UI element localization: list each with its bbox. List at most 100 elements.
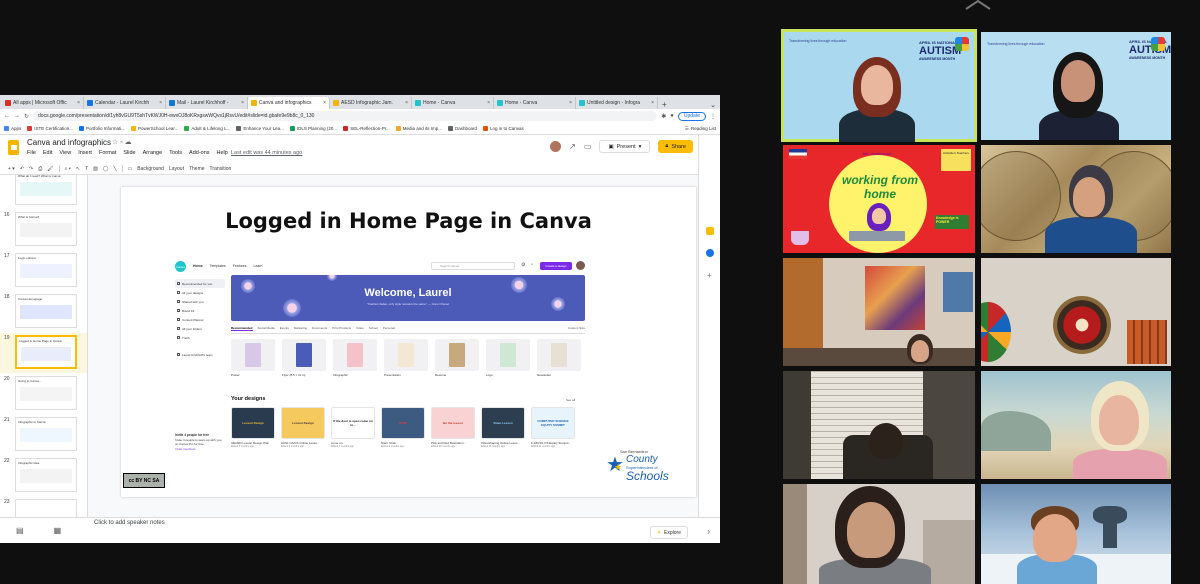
reading-list-link[interactable]: ☰ Reading List (685, 126, 716, 132)
tab-close-icon[interactable]: × (77, 100, 80, 106)
select-icon[interactable]: ↖ (76, 166, 80, 172)
keep-icon[interactable] (705, 227, 714, 235)
browser-tab[interactable]: AESD Infographic Jam. × (330, 97, 412, 109)
filmstrip-slide[interactable]: 20 Going to Canva... (0, 374, 87, 414)
tile-participant-10[interactable] (981, 484, 1171, 584)
tile-participant-9[interactable] (783, 484, 975, 584)
tab-close-icon[interactable]: × (405, 100, 408, 106)
filmstrip-slide[interactable]: 21 Infographic in Canva (0, 415, 87, 455)
bookmark-item[interactable]: Adult & Lifelong L... (184, 126, 230, 131)
shape-icon[interactable]: ◯ (103, 166, 109, 172)
bookmark-item[interactable]: SEL-Reflection-Pr... (343, 126, 390, 131)
update-button[interactable]: Update (677, 111, 706, 121)
side-panel-toggle-icon[interactable]: › (707, 527, 710, 536)
explore-button[interactable]: ✦ Explore (649, 526, 688, 539)
browser-tab[interactable]: Canva and infographics × (248, 97, 330, 109)
tile-participant-2[interactable]: Transforming lives through education APR… (981, 32, 1171, 140)
bookmark-item[interactable]: Log in to Canvas (483, 126, 524, 131)
slide-thumbnail[interactable] (15, 499, 77, 517)
url-field[interactable]: docs.google.com/presentation/d/1yh8vGU9T… (33, 111, 658, 121)
filmstrip-slide[interactable]: 18 Canva Homepage (0, 292, 87, 332)
activity-icon[interactable]: ↗ (569, 142, 576, 151)
present-button[interactable]: ▣ Present ▾ (599, 140, 651, 153)
forward-icon[interactable]: → (14, 113, 20, 119)
add-addon-icon[interactable]: + (707, 271, 712, 280)
tab-close-icon[interactable]: × (159, 100, 162, 106)
filmstrip-slide[interactable]: 22 Infographic idea (0, 456, 87, 496)
menu-help[interactable]: Help (217, 150, 228, 156)
toolbar-layout[interactable]: Layout (169, 166, 184, 172)
zoom-icon[interactable]: ⌕ ▾ (65, 166, 71, 172)
tab-close-icon[interactable]: × (323, 100, 326, 106)
tile-participant-6[interactable] (981, 258, 1171, 366)
bookmark-item[interactable]: Apps (4, 126, 21, 131)
menu-file[interactable]: File (27, 150, 36, 156)
extension-icon[interactable]: ✱ (661, 113, 666, 120)
slide-thumbnail[interactable]: What is Canva? (15, 212, 77, 246)
browser-tab[interactable]: Mail - Laurel Kirchhoff - × (166, 97, 248, 109)
canva-screenshot[interactable]: Canva Home Templates Features Learn Search … (171, 255, 586, 469)
browser-tab[interactable]: All apps | Microsoft Offic × (2, 97, 84, 109)
current-slide[interactable]: Logged in Home Page in Canva Canva Home T… (121, 187, 696, 497)
print-icon[interactable]: ⎙ (38, 166, 42, 172)
tab-close-icon[interactable]: × (241, 100, 244, 106)
slide-thumbnail[interactable]: Canva Homepage (15, 294, 77, 328)
bookmark-item[interactable]: Portfolio Informati... (79, 126, 125, 131)
tile-participant-5[interactable] (783, 258, 975, 366)
textbox-icon[interactable]: T (85, 166, 88, 172)
grid-view-icon[interactable]: ▦ (54, 526, 62, 535)
browser-tab[interactable]: Home - Canva × (494, 97, 576, 109)
slide-filmstrip[interactable]: 15 What do I need? What is Canva 16 What is… (0, 175, 88, 517)
toolbar-transition[interactable]: Transition (210, 166, 232, 172)
speaker-notes[interactable]: Click to add speaker notes ✦ Explore › (88, 517, 720, 543)
document-title[interactable]: Canva and infographics (27, 138, 111, 147)
back-icon[interactable]: ← (4, 113, 10, 119)
tab-close-icon[interactable]: × (569, 100, 572, 106)
bookmark-item[interactable]: Media and its Imp... (395, 126, 442, 131)
slide-title[interactable]: Logged in Home Page in Canva (121, 209, 696, 233)
last-edit-link[interactable]: Last edit was 44 minutes ago (231, 150, 302, 156)
new-slide-icon[interactable]: + ▾ (8, 166, 15, 172)
undo-icon[interactable]: ↶ (20, 166, 24, 172)
slide-thumbnail[interactable]: Login options (15, 253, 77, 287)
image-icon[interactable]: ▨ (93, 166, 98, 172)
tab-close-icon[interactable]: × (487, 100, 490, 106)
bookmark-item[interactable]: Enhance Your Lea... (236, 126, 284, 131)
menu-add-ons[interactable]: Add-ons (189, 150, 210, 156)
line-icon[interactable]: ╲ (114, 166, 117, 172)
slide-thumbnail[interactable]: Logged in Home Page in Canva (15, 335, 77, 369)
tab-search-icon[interactable]: ⌄ (710, 101, 720, 109)
comment-icon[interactable]: ▭ (128, 166, 133, 172)
bookmark-item[interactable]: ISTE Certification... (27, 126, 73, 131)
tile-participant-7[interactable] (783, 371, 975, 479)
bookmark-item[interactable]: PowerSchool Lear... (131, 126, 178, 131)
tile-participant-3[interactable]: Ms. Underwood Aristotle's Teachers worki… (783, 145, 975, 253)
bookmark-item[interactable]: Dashboard (447, 126, 477, 131)
comments-icon[interactable]: ▭ (584, 142, 592, 151)
browser-tab[interactable]: Untitled design - Infogra × (576, 97, 658, 109)
toolbar-theme[interactable]: Theme (189, 166, 205, 172)
slide-thumbnail[interactable]: Going to Canva... (15, 376, 77, 410)
tasks-icon[interactable] (705, 249, 714, 257)
menu-tools[interactable]: Tools (169, 150, 182, 156)
tile-participant-4[interactable] (981, 145, 1171, 253)
menu-arrange[interactable]: Arrange (143, 150, 163, 156)
browser-tab[interactable]: Calendar - Laurel Kirchh × (84, 97, 166, 109)
menu-insert[interactable]: Insert (78, 150, 92, 156)
toolbar-background[interactable]: Background (137, 166, 164, 172)
filmstrip-slide[interactable]: 19 Logged in Home Page in Canva (0, 333, 87, 373)
menu-format[interactable]: Format (99, 150, 116, 156)
paint-format-icon[interactable]: 🖌︎ (47, 166, 53, 172)
menu-view[interactable]: View (59, 150, 71, 156)
filmstrip-slide[interactable]: 17 Login options (0, 251, 87, 291)
reload-icon[interactable]: ↻ (24, 113, 29, 120)
slide-thumbnail[interactable]: What do I need? What is Canva (15, 175, 77, 205)
filmstrip-view-icon[interactable]: ▤ (16, 526, 24, 535)
profile-icon[interactable]: ● (670, 113, 674, 119)
redo-icon[interactable]: ↷ (29, 166, 33, 172)
tile-participant-8[interactable] (981, 371, 1171, 479)
star-icon[interactable]: ☆ ▫ ☁ (112, 138, 132, 146)
filmstrip-slide[interactable]: 15 What do I need? What is Canva (0, 175, 87, 209)
tab-close-icon[interactable]: × (651, 100, 654, 106)
filmstrip-slide[interactable]: 23 (0, 497, 87, 517)
